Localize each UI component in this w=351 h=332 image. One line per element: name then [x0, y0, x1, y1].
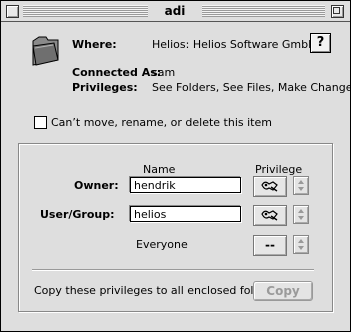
title-stripes	[23, 5, 148, 17]
title-stripes	[202, 5, 325, 17]
where-label: Where:	[72, 38, 117, 51]
read-write-icon	[261, 210, 278, 221]
copy-description: Copy these privileges to all enclosed fo…	[34, 284, 278, 297]
user-group-privilege-arrows[interactable]	[293, 205, 309, 224]
close-box[interactable]	[6, 5, 19, 18]
user-group-label: User/Group:	[40, 208, 115, 221]
title-bar[interactable]: adi	[1, 1, 350, 22]
arrow-down-icon	[298, 187, 304, 191]
owner-privilege-popup[interactable]	[253, 176, 287, 197]
help-button[interactable]: ?	[310, 33, 331, 53]
divider	[32, 269, 314, 270]
everyone-privilege-popup[interactable]: --	[253, 235, 287, 256]
copy-button[interactable]: Copy	[253, 281, 313, 301]
owner-name-field[interactable]: hendrik	[130, 177, 241, 193]
owner-privilege-arrows[interactable]	[293, 176, 309, 195]
read-write-icon	[261, 181, 278, 192]
zoom-box[interactable]	[331, 5, 344, 18]
arrow-up-icon	[298, 209, 304, 213]
name-column-header: Name	[143, 163, 176, 176]
user-group-privilege-popup[interactable]	[253, 205, 287, 226]
lock-item-checkbox[interactable]	[34, 116, 47, 129]
arrow-down-icon	[298, 216, 304, 220]
connected-as-value: sam	[152, 66, 176, 79]
window-title: adi	[164, 4, 186, 18]
everyone-privilege-arrows[interactable]	[293, 235, 309, 254]
privileges-label: Privileges:	[72, 81, 138, 94]
user-group-name-field[interactable]: helios	[130, 206, 241, 222]
everyone-label: Everyone	[136, 238, 188, 251]
where-value: Helios: Helios Software GmbH:	[152, 38, 321, 51]
privileges-value: See Folders, See Files, Make Changes	[152, 81, 351, 94]
arrow-up-icon	[298, 239, 304, 243]
owner-label: Owner:	[74, 179, 119, 192]
privilege-column-header: Privilege	[255, 163, 303, 176]
folder-icon	[32, 36, 59, 66]
arrow-down-icon	[298, 246, 304, 250]
connected-as-label: Connected As:	[72, 66, 162, 79]
lock-item-label[interactable]: Can’t move, rename, or delete this item	[51, 116, 272, 129]
arrow-up-icon	[298, 180, 304, 184]
